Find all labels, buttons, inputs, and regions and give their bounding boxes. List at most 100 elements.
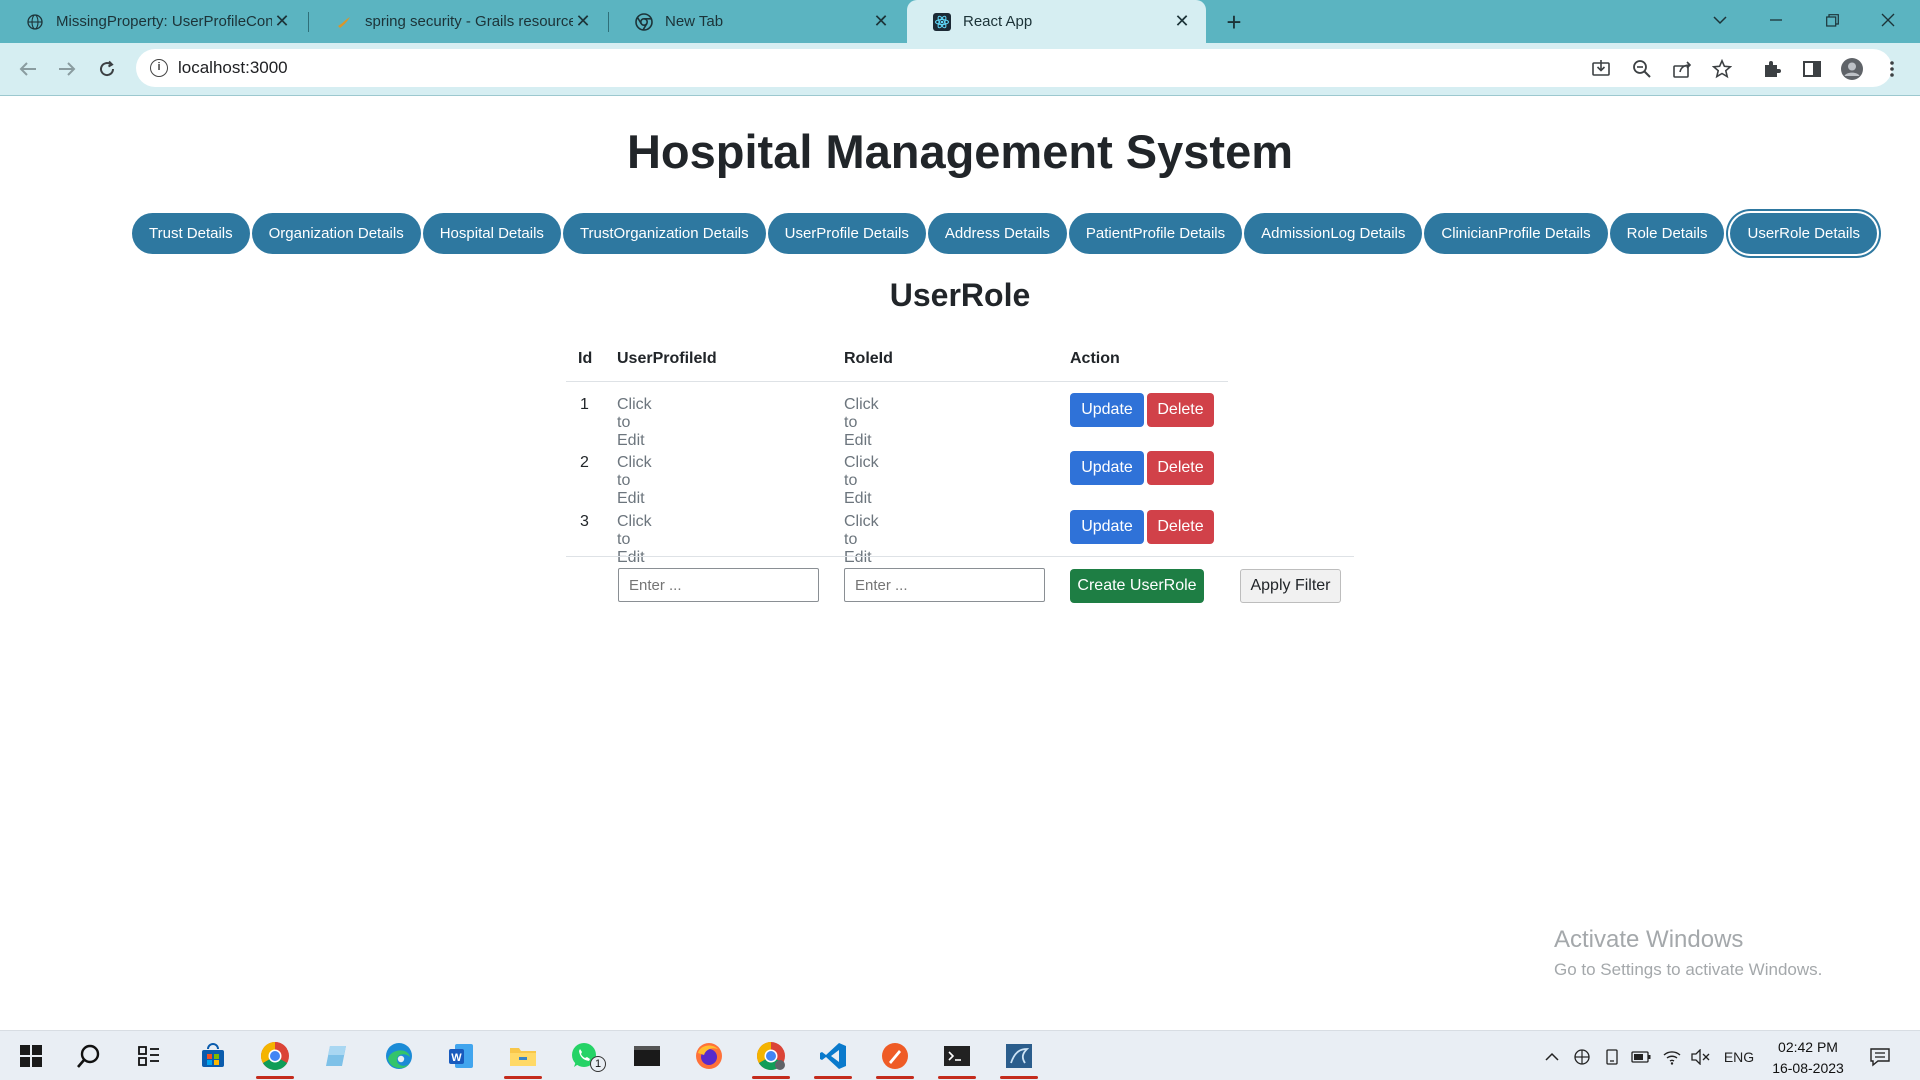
tab-spring-security[interactable]: spring security - Grails resources ✕ <box>309 0 607 43</box>
nav-trustorganization-details[interactable]: TrustOrganization Details <box>562 213 766 254</box>
tab-title: MissingProperty: UserProfileCont <box>56 13 272 30</box>
tab-search-icon[interactable] <box>1692 0 1748 40</box>
edge-icon[interactable] <box>374 1036 424 1076</box>
roleid-input[interactable]: Enter ... <box>844 568 1045 602</box>
extensions-icon[interactable] <box>1756 53 1788 85</box>
device-icon[interactable] <box>1600 1045 1624 1069</box>
nav-role-details[interactable]: Role Details <box>1609 213 1725 254</box>
tab-react-app[interactable]: React App ✕ <box>907 0 1206 43</box>
nav-address-details[interactable]: Address Details <box>927 213 1067 254</box>
tab-title: spring security - Grails resources <box>365 13 573 30</box>
delete-button[interactable]: Delete <box>1147 451 1214 485</box>
update-button[interactable]: Update <box>1070 510 1144 544</box>
task-view-icon[interactable] <box>124 1036 174 1076</box>
zoom-icon[interactable] <box>1626 53 1658 85</box>
vscode-icon[interactable] <box>808 1036 858 1079</box>
nav-organization-details[interactable]: Organization Details <box>251 213 421 254</box>
close-window-icon[interactable] <box>1860 0 1916 40</box>
userprofileid-cell[interactable]: Click to Edit <box>617 513 652 567</box>
clock[interactable]: 02:42 PM 16-08-2023 <box>1770 1037 1846 1079</box>
close-icon[interactable]: ✕ <box>573 11 593 32</box>
side-panel-icon[interactable] <box>1796 53 1828 85</box>
chevron-up-icon[interactable] <box>1540 1045 1564 1069</box>
svg-text:W: W <box>451 1052 462 1064</box>
userprofileid-input[interactable]: Enter ... <box>618 568 819 602</box>
delete-button[interactable]: Delete <box>1147 510 1214 544</box>
apply-filter-button[interactable]: Apply Filter <box>1240 569 1341 603</box>
delete-button[interactable]: Delete <box>1147 393 1214 427</box>
wifi-icon[interactable] <box>1660 1045 1684 1069</box>
tab-missingproperty[interactable]: MissingProperty: UserProfileCont ✕ <box>0 0 306 43</box>
nav-userrole-details[interactable]: UserRole Details <box>1730 213 1878 254</box>
bookmark-star-icon[interactable] <box>1706 53 1738 85</box>
restore-icon[interactable] <box>1804 0 1860 40</box>
close-icon[interactable]: ✕ <box>1172 11 1192 32</box>
back-arrow-icon[interactable] <box>12 53 44 85</box>
column-header-userprofileid: UserProfileId <box>617 350 717 367</box>
nav-clinicianprofile-details[interactable]: ClinicianProfile Details <box>1424 213 1608 254</box>
install-app-icon[interactable] <box>1585 53 1617 85</box>
tab-title: React App <box>963 13 1033 30</box>
toolbar-divider <box>0 95 1920 96</box>
info-icon[interactable]: i <box>150 59 168 77</box>
react-icon <box>933 12 951 31</box>
nav-patientprofile-details[interactable]: PatientProfile Details <box>1068 213 1243 254</box>
globe-icon <box>26 13 44 31</box>
tab-new-tab[interactable]: New Tab ✕ <box>609 0 905 43</box>
new-tab-button[interactable]: + <box>1218 6 1250 38</box>
store-icon[interactable] <box>188 1036 238 1076</box>
share-icon[interactable] <box>1666 53 1698 85</box>
row-id: 3 <box>580 513 589 530</box>
page-title: Hospital Management System <box>626 125 1293 178</box>
userprofileid-cell[interactable]: Click to Edit <box>617 396 652 450</box>
roleid-cell[interactable]: Click to Edit <box>844 396 879 450</box>
firefox-icon[interactable] <box>684 1036 734 1076</box>
battery-icon[interactable] <box>1629 1045 1653 1069</box>
create-userrole-button[interactable]: Create UserRole <box>1070 569 1204 603</box>
word-icon[interactable]: W <box>436 1036 486 1076</box>
close-icon[interactable]: ✕ <box>272 11 292 32</box>
search-icon[interactable] <box>64 1036 114 1076</box>
nav-admissionlog-details[interactable]: AdmissionLog Details <box>1244 213 1423 254</box>
roleid-cell[interactable]: Click to Edit <box>844 513 879 567</box>
chrome-profile-icon[interactable] <box>746 1036 796 1079</box>
notifications-icon[interactable] <box>1868 1045 1892 1069</box>
tab-strip: MissingProperty: UserProfileCont ✕ sprin… <box>0 0 1920 43</box>
profile-avatar-icon[interactable] <box>1836 53 1868 85</box>
close-icon[interactable]: ✕ <box>871 11 891 32</box>
column-header-roleid: RoleId <box>844 350 893 367</box>
minimize-icon[interactable] <box>1748 0 1804 40</box>
update-button[interactable]: Update <box>1070 451 1144 485</box>
terminal-icon[interactable] <box>622 1036 672 1076</box>
nav-hospital-details[interactable]: Hospital Details <box>422 213 561 254</box>
row-id: 1 <box>580 396 589 413</box>
whatsapp-badge: 1 <box>590 1056 606 1072</box>
sql-tool-icon[interactable] <box>994 1036 1044 1079</box>
postman-icon[interactable] <box>870 1036 920 1079</box>
nav-trust-details[interactable]: Trust Details <box>132 213 250 254</box>
url-text: localhost:3000 <box>178 58 288 77</box>
nav-userprofile-details[interactable]: UserProfile Details <box>767 213 926 254</box>
activate-windows-title: Activate Windows <box>1554 926 1744 953</box>
command-prompt-icon[interactable] <box>932 1036 982 1079</box>
volume-muted-icon[interactable] <box>1688 1045 1712 1069</box>
grails-icon <box>335 13 353 31</box>
chrome-taskbar-icon[interactable] <box>250 1036 300 1079</box>
taskbar: W 1 ENG 02:42 PM 16-08-2023 <box>0 1030 1920 1080</box>
forward-arrow-icon[interactable] <box>51 53 83 85</box>
browser-toolbar: i localhost:3000 <box>0 43 1920 95</box>
start-windows-icon[interactable] <box>6 1036 56 1076</box>
roleid-cell[interactable]: Click to Edit <box>844 454 879 508</box>
entity-nav: Trust Details Organization Details Hospi… <box>132 213 1878 254</box>
notepad-icon[interactable] <box>312 1036 362 1076</box>
file-explorer-icon[interactable] <box>498 1036 548 1079</box>
language-indicator[interactable]: ENG <box>1722 1045 1756 1069</box>
whatsapp-icon[interactable]: 1 <box>560 1036 610 1076</box>
update-button[interactable]: Update <box>1070 393 1144 427</box>
reload-icon[interactable] <box>91 53 123 85</box>
header-divider <box>566 381 1228 382</box>
menu-kebab-icon[interactable] <box>1876 53 1908 85</box>
userprofileid-cell[interactable]: Click to Edit <box>617 454 652 508</box>
network-vpn-icon[interactable] <box>1570 1045 1594 1069</box>
footer-divider <box>566 556 1354 557</box>
